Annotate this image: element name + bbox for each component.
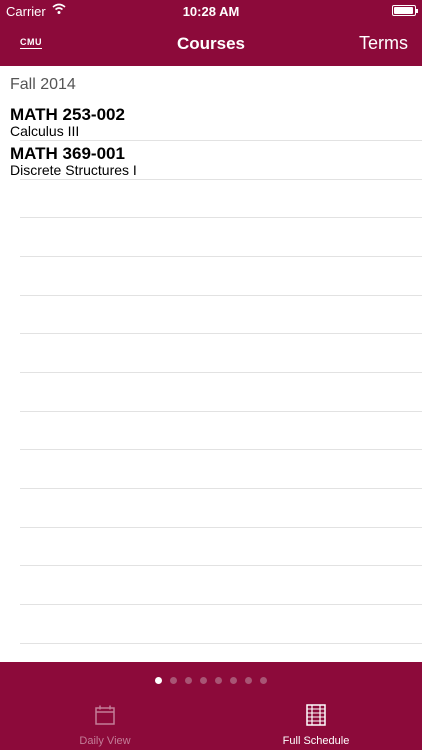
tab-label: Full Schedule — [282, 735, 350, 747]
navigation-bar: CMU Courses Terms — [0, 22, 422, 66]
page-dot[interactable] — [170, 677, 177, 684]
page-dot[interactable] — [215, 677, 222, 684]
row-divider — [20, 140, 422, 141]
battery-fill — [394, 7, 413, 14]
course-name: Calculus III — [10, 123, 80, 139]
tab-daily-view[interactable]: Daily View — [35, 704, 175, 747]
term-header: Fall 2014 — [10, 76, 76, 93]
page-dot[interactable] — [260, 677, 267, 684]
row-divider — [20, 565, 422, 566]
row-divider — [20, 256, 422, 257]
clock: 10:28 AM — [182, 4, 240, 19]
schedule-list-icon — [306, 704, 326, 726]
row-divider — [20, 179, 422, 180]
tab-full-schedule[interactable]: Full Schedule — [246, 704, 386, 747]
page-dot[interactable] — [155, 677, 162, 684]
course-name: Discrete Structures I — [10, 162, 137, 178]
row-divider — [20, 372, 422, 373]
tab-label: Daily View — [79, 735, 131, 747]
row-divider — [20, 449, 422, 450]
course-code: MATH 369-001 — [10, 144, 125, 163]
page-indicator[interactable] — [0, 677, 422, 684]
page-dot[interactable] — [245, 677, 252, 684]
row-divider — [20, 295, 422, 296]
status-bar: Carrier 10:28 AM — [0, 0, 422, 22]
course-code: MATH 253-002 — [10, 105, 125, 124]
course-item[interactable]: MATH 253-002 Calculus III — [10, 105, 422, 139]
course-item[interactable]: MATH 369-001 Discrete Structures I — [10, 144, 422, 178]
page-dot[interactable] — [200, 677, 207, 684]
row-divider — [20, 643, 422, 644]
row-divider — [20, 411, 422, 412]
terms-button[interactable]: Terms — [359, 33, 408, 54]
course-list[interactable]: Fall 2014 MATH 253-002 Calculus III MATH… — [0, 66, 422, 662]
row-divider — [20, 217, 422, 218]
calendar-icon — [95, 705, 115, 725]
row-divider — [20, 604, 422, 605]
row-divider — [20, 527, 422, 528]
tab-bar: Daily View Full Schedule — [0, 662, 422, 750]
row-divider — [20, 333, 422, 334]
row-divider — [20, 488, 422, 489]
battery-icon — [392, 5, 418, 16]
page-dot[interactable] — [230, 677, 237, 684]
page-dot[interactable] — [185, 677, 192, 684]
